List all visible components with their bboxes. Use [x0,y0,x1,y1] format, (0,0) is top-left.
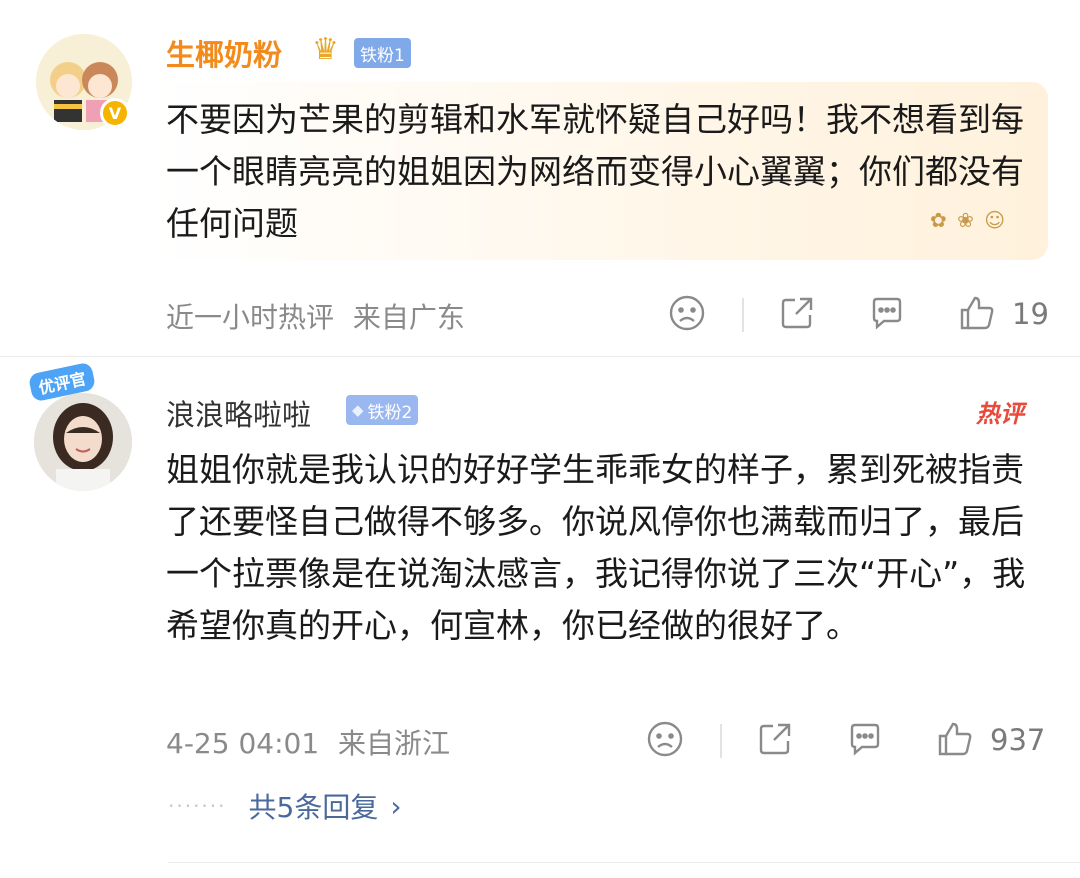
view-replies-link[interactable]: ······· 共5条回复 › [168,786,402,826]
avatar-image [34,393,132,491]
comment-meta: 4-25 04:01 来自浙江 [166,722,460,762]
like-count: 19 [1012,297,1049,331]
comment-time: 近一小时热评 [166,301,335,334]
thumbs-up-icon [960,296,994,330]
comment-button[interactable] [846,720,884,758]
verified-badge-icon: V [100,98,130,128]
divider [0,356,1080,357]
avatar[interactable] [34,393,132,491]
username[interactable]: 生椰奶粉 [166,32,282,74]
share-icon [759,723,791,755]
fan-badge: ◆ 铁粉2 [346,395,419,425]
fan-badge-label: 铁粉2 [367,402,413,423]
sad-face-icon [647,721,683,757]
hot-comment-label: 热评 [976,400,1024,428]
comment-meta: 近一小时热评 来自广东 [166,296,475,336]
dislike-button[interactable] [646,720,684,758]
comment-icon [850,723,880,756]
comment-1: V 生椰奶粉 ♛ 铁粉1 ✿ ❀ ☺ 不要因为芒果的剪辑和水军就怀疑自己好吗！我… [0,0,1080,356]
share-button[interactable] [756,720,794,758]
crown-icon: ♛ [312,32,339,67]
divider [168,862,1080,863]
username[interactable]: 浪浪略啦啦 [166,392,311,434]
like-button[interactable] [958,294,996,332]
comment-text: 不要因为芒果的剪辑和水军就怀疑自己好吗！我不想看到每一个眼睛亮亮的姐姐因为网络而… [166,100,1024,243]
share-icon [781,297,813,329]
dislike-button[interactable] [668,294,706,332]
comment-button[interactable] [868,294,906,332]
dotted-line-icon: ······· [168,794,227,818]
comment-location: 来自浙江 [338,727,451,760]
thumbs-up-icon [938,722,972,756]
diamond-icon: ◆ [352,401,364,419]
divider [720,724,722,758]
comment-text: 姐姐你就是我认识的好好学生乖乖女的样子，累到死被指责了还要怪自己做得不够多。你说… [166,450,1026,645]
fan-badge: 铁粉1 [354,38,411,68]
like-button[interactable] [936,720,974,758]
comment-icon [872,297,902,330]
replies-count: 共5条回复 [248,791,379,824]
share-button[interactable] [778,294,816,332]
sad-face-icon [669,295,705,331]
like-count: 937 [990,723,1046,757]
comment-time: 4-25 04:01 [166,727,320,760]
chevron-right-icon: › [390,789,402,823]
comment-location: 来自广东 [352,301,465,334]
divider [742,298,744,332]
